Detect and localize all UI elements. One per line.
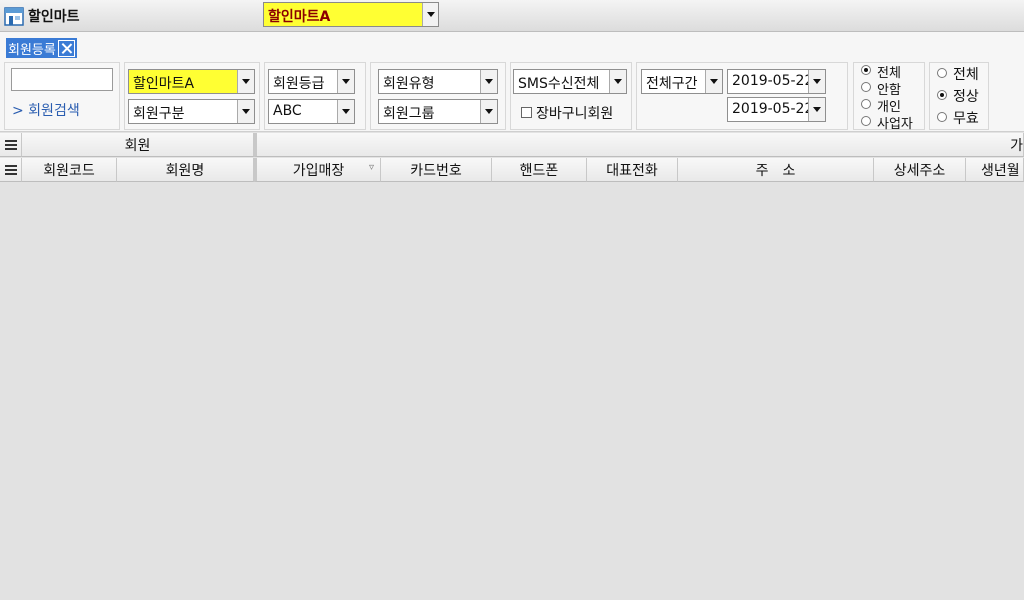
date-to[interactable]: 2019-05-22 bbox=[727, 97, 826, 122]
radio-kind-business-label: 사업자 bbox=[877, 117, 913, 132]
filter-icon[interactable]: ▿ bbox=[369, 162, 374, 173]
radio-kind-all[interactable] bbox=[861, 65, 871, 75]
member-group-select[interactable]: 회원그룹 bbox=[378, 99, 498, 124]
member-search-link[interactable]: > 회원검색 bbox=[12, 100, 80, 120]
radio-status-invalid-label: 무효 bbox=[953, 111, 979, 127]
search-input[interactable] bbox=[11, 68, 113, 91]
period-select[interactable]: 전체구간 bbox=[641, 69, 723, 94]
col-join-store[interactable]: 가입매장 ▿ bbox=[254, 158, 381, 182]
chevron-down-icon[interactable] bbox=[422, 3, 438, 26]
band-right: 가 bbox=[254, 133, 1024, 157]
chevron-down-icon[interactable] bbox=[480, 70, 497, 93]
chevron-down-icon[interactable] bbox=[337, 100, 354, 123]
col-address[interactable]: 주 소 bbox=[678, 158, 874, 182]
radio-status-normal-label: 정상 bbox=[953, 89, 979, 105]
col-member-code[interactable]: 회원코드 bbox=[22, 158, 117, 182]
radio-status-invalid[interactable] bbox=[937, 112, 947, 122]
app-title: 할인마트 bbox=[28, 9, 80, 25]
title-bar bbox=[0, 0, 1024, 32]
radio-kind-none[interactable] bbox=[861, 82, 871, 92]
col-card-number[interactable]: 카드번호 bbox=[381, 158, 492, 182]
header-store-value: 할인마트A bbox=[268, 9, 331, 25]
member-division-select[interactable]: 회원구분 bbox=[128, 99, 255, 124]
close-icon[interactable] bbox=[57, 39, 75, 57]
col-detail-address[interactable]: 상세주소 bbox=[874, 158, 966, 182]
tab-strip bbox=[0, 32, 1024, 60]
cart-member-checkbox[interactable] bbox=[521, 107, 532, 118]
column-menu-button[interactable] bbox=[0, 158, 22, 182]
radio-kind-business[interactable] bbox=[861, 116, 871, 126]
store-icon bbox=[4, 7, 24, 26]
band-member: 회원 bbox=[22, 133, 254, 157]
grid-body[interactable] bbox=[0, 182, 1024, 600]
date-from[interactable]: 2019-05-22 bbox=[727, 69, 826, 94]
chevron-down-icon[interactable] bbox=[808, 98, 825, 121]
abc-select[interactable]: ABC bbox=[268, 99, 355, 124]
header-store-select[interactable]: 할인마트A bbox=[263, 2, 439, 27]
radio-status-all[interactable] bbox=[937, 68, 947, 78]
chevron-down-icon[interactable] bbox=[337, 70, 354, 93]
sms-select[interactable]: SMS수신전체 bbox=[513, 69, 627, 94]
chevron-down-icon[interactable] bbox=[237, 70, 254, 93]
menu-icon bbox=[4, 164, 17, 175]
tab-label: 회원등록 bbox=[8, 42, 56, 58]
menu-icon bbox=[4, 139, 17, 150]
chevron-down-icon[interactable] bbox=[808, 70, 825, 93]
member-grade-select[interactable]: 회원등급 bbox=[268, 69, 355, 94]
member-type-select[interactable]: 회원유형 bbox=[378, 69, 498, 94]
store-select-value: 할인마트A bbox=[133, 76, 195, 92]
chevron-down-icon[interactable] bbox=[237, 100, 254, 123]
band-menu-button[interactable] bbox=[0, 133, 22, 157]
col-main-phone[interactable]: 대표전화 bbox=[587, 158, 678, 182]
radio-kind-personal[interactable] bbox=[861, 99, 871, 109]
chevron-down-icon[interactable] bbox=[609, 70, 626, 93]
cart-member-label: 장바구니회원 bbox=[536, 106, 614, 122]
radio-status-normal[interactable] bbox=[937, 90, 947, 100]
tab-member-registration[interactable]: 회원등록 bbox=[6, 38, 77, 58]
col-birth[interactable]: 생년월 bbox=[966, 158, 1024, 182]
col-mobile[interactable]: 핸드폰 bbox=[492, 158, 587, 182]
radio-status-all-label: 전체 bbox=[953, 67, 979, 83]
chevron-down-icon[interactable] bbox=[705, 70, 722, 93]
chevron-down-icon[interactable] bbox=[480, 100, 497, 123]
col-member-name[interactable]: 회원명 bbox=[117, 158, 254, 182]
store-select[interactable]: 할인마트A bbox=[128, 69, 255, 94]
